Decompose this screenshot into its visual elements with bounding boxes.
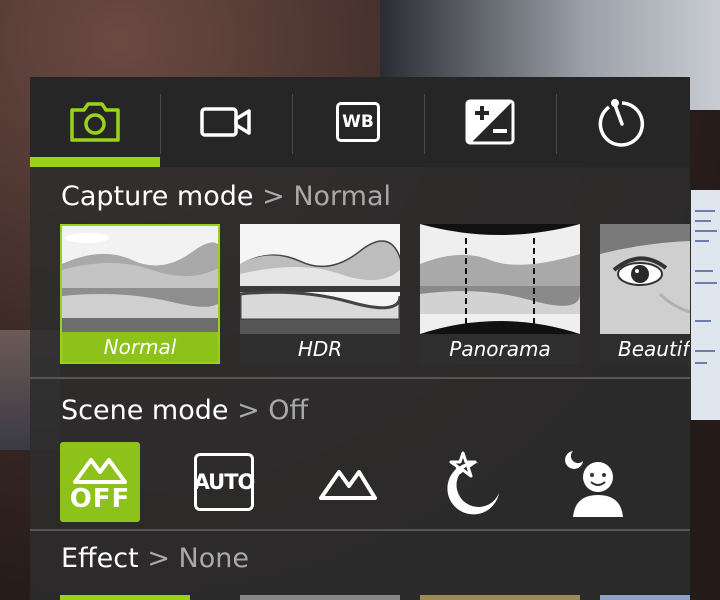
section-divider: [30, 529, 690, 531]
camera-icon: [70, 102, 120, 142]
capture-mode-label: Beautific: [600, 334, 690, 364]
active-tab-indicator: [30, 157, 160, 167]
white-balance-icon: WB: [336, 102, 380, 142]
scene-auto-button[interactable]: AUTO: [184, 442, 264, 522]
tab-timer[interactable]: [557, 77, 687, 167]
capture-mode-beautification[interactable]: Beautific: [600, 224, 690, 364]
section-divider: [30, 377, 690, 379]
scene-off-button[interactable]: OFF: [60, 442, 140, 522]
effect-thumbnail[interactable]: [600, 595, 690, 600]
capture-mode-normal[interactable]: Normal: [60, 224, 220, 364]
capture-mode-label: HDR: [240, 334, 400, 364]
background-monitor: [688, 190, 720, 420]
effect-thumbnail[interactable]: [240, 595, 400, 600]
scene-landscape-button[interactable]: [308, 442, 388, 522]
portrait-icon: [565, 451, 623, 517]
camera-settings-panel: WB Capture mode > Normal Normal HDR Pano…: [30, 77, 690, 600]
scene-off-label: OFF: [69, 484, 131, 514]
scene-mode-heading: Scene mode > Off: [61, 395, 309, 426]
effect-thumbnail[interactable]: [420, 595, 580, 600]
tab-exposure[interactable]: [425, 77, 555, 167]
night-icon: [447, 451, 499, 515]
capture-mode-hdr[interactable]: HDR: [240, 224, 400, 364]
scene-night-button[interactable]: [432, 442, 512, 522]
video-icon: [200, 107, 251, 137]
capture-mode-heading: Capture mode > Normal: [61, 181, 392, 212]
timer-icon: [598, 99, 645, 147]
scene-auto-icon: AUTO: [194, 453, 255, 511]
capture-mode-label: Panorama: [420, 334, 580, 364]
tab-video[interactable]: [161, 77, 291, 167]
settings-tab-bar: WB: [30, 77, 690, 167]
exposure-icon: [465, 99, 515, 145]
tab-white-balance[interactable]: WB: [293, 77, 423, 167]
hdr-mode-thumbnail: [240, 224, 400, 334]
scene-off-icon: OFF: [70, 452, 131, 512]
effect-thumbnail-none[interactable]: [60, 595, 190, 600]
landscape-icon: [319, 470, 377, 500]
panorama-mode-thumbnail: [420, 224, 580, 334]
tab-camera[interactable]: [30, 77, 160, 167]
effect-heading: Effect > None: [61, 543, 249, 574]
scene-portrait-button[interactable]: [556, 442, 636, 522]
capture-mode-panorama[interactable]: Panorama: [420, 224, 580, 364]
normal-mode-thumbnail: [62, 226, 218, 336]
capture-mode-label: Normal: [62, 332, 218, 362]
beautification-mode-thumbnail: [600, 224, 690, 334]
